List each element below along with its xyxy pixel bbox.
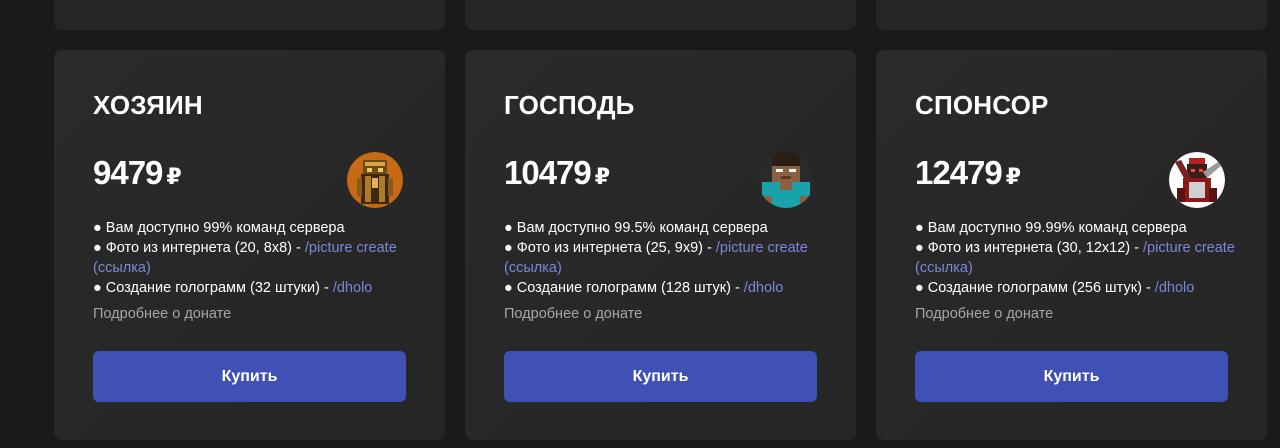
price-value: 12479 (915, 154, 1003, 191)
card-above-2 (465, 0, 856, 30)
card-title: ГОСПОДЬ (504, 90, 635, 120)
card-title: ХОЗЯИН (93, 90, 203, 120)
feature-item: ● Создание голограмм (256 штук) - /dholo (915, 280, 1195, 296)
buy-button[interactable]: Купить (504, 351, 817, 402)
ruble-icon: ₽ (594, 165, 611, 190)
command-dholo: /dholo (332, 280, 373, 296)
card-above-3 (876, 0, 1267, 30)
feature-list: ● Вам доступно 99.5% команд сервера ● Фо… (504, 218, 824, 298)
feature-item: ● Фото из интернета (30, 12x12) - /pictu… (915, 240, 1235, 276)
feature-item: ● Вам доступно 99.5% команд сервера (504, 220, 768, 236)
buy-button[interactable]: Купить (93, 351, 406, 402)
command-dholo: /dholo (1154, 280, 1195, 296)
more-info-link[interactable]: Подробнее о донате (915, 306, 1053, 322)
ruble-icon: ₽ (166, 165, 182, 190)
feature-list: ● Вам доступно 99.99% команд сервера ● Ф… (915, 218, 1235, 298)
herobrine-skin-avatar-icon (758, 152, 814, 208)
more-info-link[interactable]: Подробнее о донате (93, 306, 231, 322)
more-info-link[interactable]: Подробнее о донате (504, 306, 642, 322)
price-value: 9479 (93, 154, 163, 191)
feature-list: ● Вам доступно 99% команд сервера ● Фото… (93, 218, 413, 298)
price-value: 10479 (504, 154, 592, 191)
feature-item: ● Создание голограмм (128 штук) - /dholo (504, 280, 784, 296)
feature-item: ● Создание голограмм (32 штуки) - /dholo (93, 280, 373, 296)
buy-button[interactable]: Купить (915, 351, 1228, 402)
price-row: 12479 ₽ (915, 154, 1021, 192)
feature-item: ● Вам доступно 99% команд сервера (93, 220, 345, 236)
donate-card-khozyain: ХОЗЯИН 9479 ₽ ● Вам доступно 99% команд … (54, 50, 445, 440)
feature-item: ● Фото из интернета (25, 9x9) - /picture… (504, 240, 808, 276)
feature-item: ● Фото из интернета (20, 8x8) - /picture… (93, 240, 397, 276)
feature-item: ● Вам доступно 99.99% команд сервера (915, 220, 1187, 236)
price-row: 9479 ₽ (93, 154, 182, 192)
command-dholo: /dholo (743, 280, 784, 296)
card-title: СПОНСОР (915, 90, 1049, 120)
red-armor-skin-avatar-icon (1169, 152, 1225, 208)
ruble-icon: ₽ (1005, 165, 1022, 190)
golden-armor-skin-avatar-icon (347, 152, 403, 208)
donate-card-gospod: ГОСПОДЬ 10479 ₽ ● Вам доступно 99.5% ком… (465, 50, 856, 440)
card-above-1 (54, 0, 445, 30)
price-row: 10479 ₽ (504, 154, 610, 192)
donate-card-sponsor: СПОНСОР 12479 ₽ ● Вам доступно 99.99% ко… (876, 50, 1267, 440)
donate-page: ХОЗЯИН 9479 ₽ ● Вам доступно 99% команд … (0, 0, 1280, 448)
